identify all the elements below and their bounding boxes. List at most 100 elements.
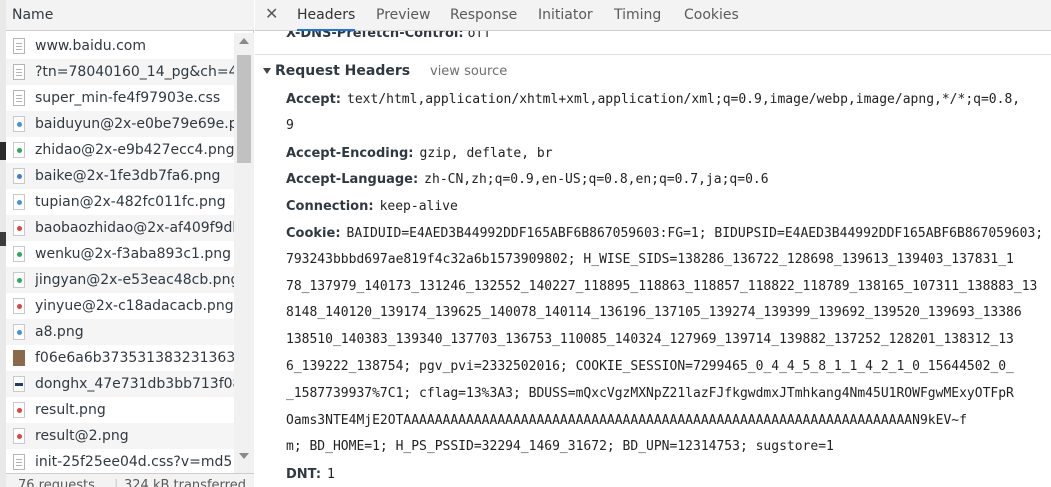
header-key: Accept: xyxy=(286,92,342,107)
request-row[interactable]: baiduyun@2x-e0be79e69e.png xyxy=(6,111,234,137)
image-icon xyxy=(13,272,25,288)
image-icon xyxy=(13,428,25,444)
image-icon xyxy=(13,142,25,158)
scrollbar-thumb[interactable] xyxy=(237,55,251,163)
detail-tab-bar: ✕ Headers Preview Response Initiator Tim… xyxy=(255,0,1051,31)
request-name: tupian@2x-482fc011fc.png xyxy=(35,194,226,210)
image-icon xyxy=(13,168,25,184)
section-divider xyxy=(255,54,1051,55)
request-name: super_min-fe4f97903e.css xyxy=(35,90,221,106)
header-row: Cookie: BAIDUID=E4AED3B44992DDF165ABF6B86… xyxy=(286,226,1043,241)
header-row: Connection: keep-alive xyxy=(286,199,458,214)
image-icon xyxy=(13,220,25,236)
header-value: text/html,application/xhtml+xml,applicat… xyxy=(347,92,1021,107)
request-row[interactable]: donghx_47e731db3bb713f08. xyxy=(6,371,234,397)
request-detail-pane: ✕ Headers Preview Response Initiator Tim… xyxy=(255,0,1051,487)
request-row[interactable]: baike@2x-1fe3db7fa6.png xyxy=(6,163,234,189)
header-key: Connection: xyxy=(286,199,374,215)
name-column-label: Name xyxy=(12,7,54,23)
image-icon xyxy=(13,116,25,132)
request-headers-title[interactable]: Request Headers xyxy=(275,63,410,79)
request-name: wenku@2x-f3aba893c1.png xyxy=(35,246,232,262)
header-value-continuation: _1587739937%7C1; cflag=13%3A3; BDUSS=mQx… xyxy=(286,385,1014,401)
request-name: baiduyun@2x-e0be79e69e.png xyxy=(35,116,234,132)
header-row: X-DNS-Prefetch-Control: off xyxy=(286,31,491,41)
header-value-continuation: 793243bbbd697ae819f4c32a6b1573909802; H_… xyxy=(286,251,1014,267)
request-name: f06e6a6b37353138323136393 xyxy=(35,350,234,366)
request-list-scrollbar[interactable] xyxy=(234,33,254,473)
image-icon xyxy=(13,246,25,262)
header-row: DNT: 1 xyxy=(286,467,335,482)
request-row[interactable]: ?tn=78040160_14_pg&ch=4 xyxy=(6,59,234,85)
header-value: 1 xyxy=(327,467,335,483)
view-source-link[interactable]: view source xyxy=(430,64,507,79)
request-row[interactable]: baobaozhidao@2x-af409f9db xyxy=(6,215,234,241)
header-value-continuation: Oams3NTE4MjE2OTAAAAAAAAAAAAAAAAAAAAAAAAA… xyxy=(286,412,967,428)
request-name: result.png xyxy=(35,402,106,418)
header-value: keep-alive xyxy=(379,199,458,215)
header-key: Cookie: xyxy=(286,226,341,241)
banner-icon xyxy=(13,376,25,392)
header-value-continuation: m; BD_HOME=1; H_PS_PSSID=32294_1469_3167… xyxy=(286,439,834,455)
tab-initiator[interactable]: Initiator xyxy=(538,0,593,31)
request-name: init-25f25ee04d.css?v=md5 xyxy=(35,454,233,470)
scroll-up-arrow-icon[interactable] xyxy=(239,38,249,44)
header-value-continuation: 8148_140120_139174_139625_140078_140114_… xyxy=(286,305,1022,321)
tab-response[interactable]: Response xyxy=(450,0,517,31)
header-key: DNT: xyxy=(286,467,322,483)
header-value-continuation: 138510_140383_139340_137703_136753_11008… xyxy=(286,332,1014,348)
request-name: a8.png xyxy=(35,324,84,340)
tab-preview[interactable]: Preview xyxy=(376,0,431,31)
stylesheet-icon xyxy=(13,454,25,470)
request-row[interactable]: result@2.png xyxy=(6,423,234,449)
tab-headers[interactable]: Headers xyxy=(297,0,356,31)
request-name: ?tn=78040160_14_pg&ch=4 xyxy=(35,64,234,80)
stylesheet-icon xyxy=(13,90,25,106)
request-row[interactable]: wenku@2x-f3aba893c1.png xyxy=(6,241,234,267)
header-value: BAIDUID=E4AED3B44992DDF165ABF6B867059603… xyxy=(346,226,1044,241)
request-row[interactable]: yinyue@2x-c18adacacb.png xyxy=(6,293,234,319)
request-row[interactable]: init-25f25ee04d.css?v=md5 xyxy=(6,449,234,473)
scroll-down-arrow-icon[interactable] xyxy=(239,453,249,459)
tab-cookies[interactable]: Cookies xyxy=(684,0,739,31)
photo-icon xyxy=(13,350,25,366)
request-row[interactable]: f06e6a6b37353138323136393 xyxy=(6,345,234,371)
header-row: Accept-Language: zh-CN,zh;q=0.9,en-US;q=0… xyxy=(286,172,769,187)
header-value-continuation: 9 xyxy=(286,117,294,133)
request-name: result@2.png xyxy=(35,428,129,444)
tab-timing[interactable]: Timing xyxy=(614,0,661,31)
header-key: X-DNS-Prefetch-Control: xyxy=(286,31,464,41)
name-column-header[interactable]: Name xyxy=(6,0,254,31)
request-row[interactable]: zhidao@2x-e9b427ecc4.png xyxy=(6,137,234,163)
request-name: baike@2x-1fe3db7fa6.png xyxy=(35,168,221,184)
document-icon xyxy=(13,38,25,54)
request-row[interactable]: a8.png xyxy=(6,319,234,345)
transferred-size: 324 kB transferred xyxy=(124,478,246,487)
request-row[interactable]: jingyan@2x-e53eac48cb.png xyxy=(6,267,234,293)
request-row[interactable]: tupian@2x-482fc011fc.png xyxy=(6,189,234,215)
header-row: Accept: text/html,application/xhtml+xml,a… xyxy=(286,92,1020,107)
image-icon xyxy=(13,194,25,210)
header-value-continuation: 78_137979_140173_131246_132552_140227_11… xyxy=(286,278,1038,294)
image-icon xyxy=(13,324,25,340)
request-row[interactable]: result.png xyxy=(6,397,234,423)
header-value: off xyxy=(467,31,492,41)
request-list-pane: Name www.baidu.com ?tn=78040160_14_pg&ch=… xyxy=(6,0,254,487)
header-value: gzip, deflate, br xyxy=(419,145,553,161)
header-key: Accept-Language: xyxy=(286,172,419,188)
request-name: zhidao@2x-e9b427ecc4.png xyxy=(35,142,234,158)
request-name: yinyue@2x-c18adacacb.png xyxy=(35,298,234,314)
image-icon xyxy=(13,402,25,418)
network-status-bar: 76 requests | 324 kB transferred xyxy=(6,473,254,487)
request-row[interactable]: www.baidu.com xyxy=(6,33,234,59)
request-row[interactable]: super_min-fe4f97903e.css xyxy=(6,85,234,111)
request-name: www.baidu.com xyxy=(35,38,146,54)
header-row: Accept-Encoding: gzip, deflate, br xyxy=(286,146,553,161)
close-icon[interactable]: ✕ xyxy=(265,4,278,23)
image-icon xyxy=(13,298,25,314)
request-name: baobaozhidao@2x-af409f9db xyxy=(35,220,234,236)
headers-content: X-DNS-Prefetch-Control: off Request Head… xyxy=(255,31,1051,487)
collapse-triangle-icon[interactable] xyxy=(263,68,271,74)
header-value-continuation: 6_139222_138754; pgv_pvi=2332502016; COO… xyxy=(286,359,1014,374)
request-name: jingyan@2x-e53eac48cb.png xyxy=(35,272,234,288)
